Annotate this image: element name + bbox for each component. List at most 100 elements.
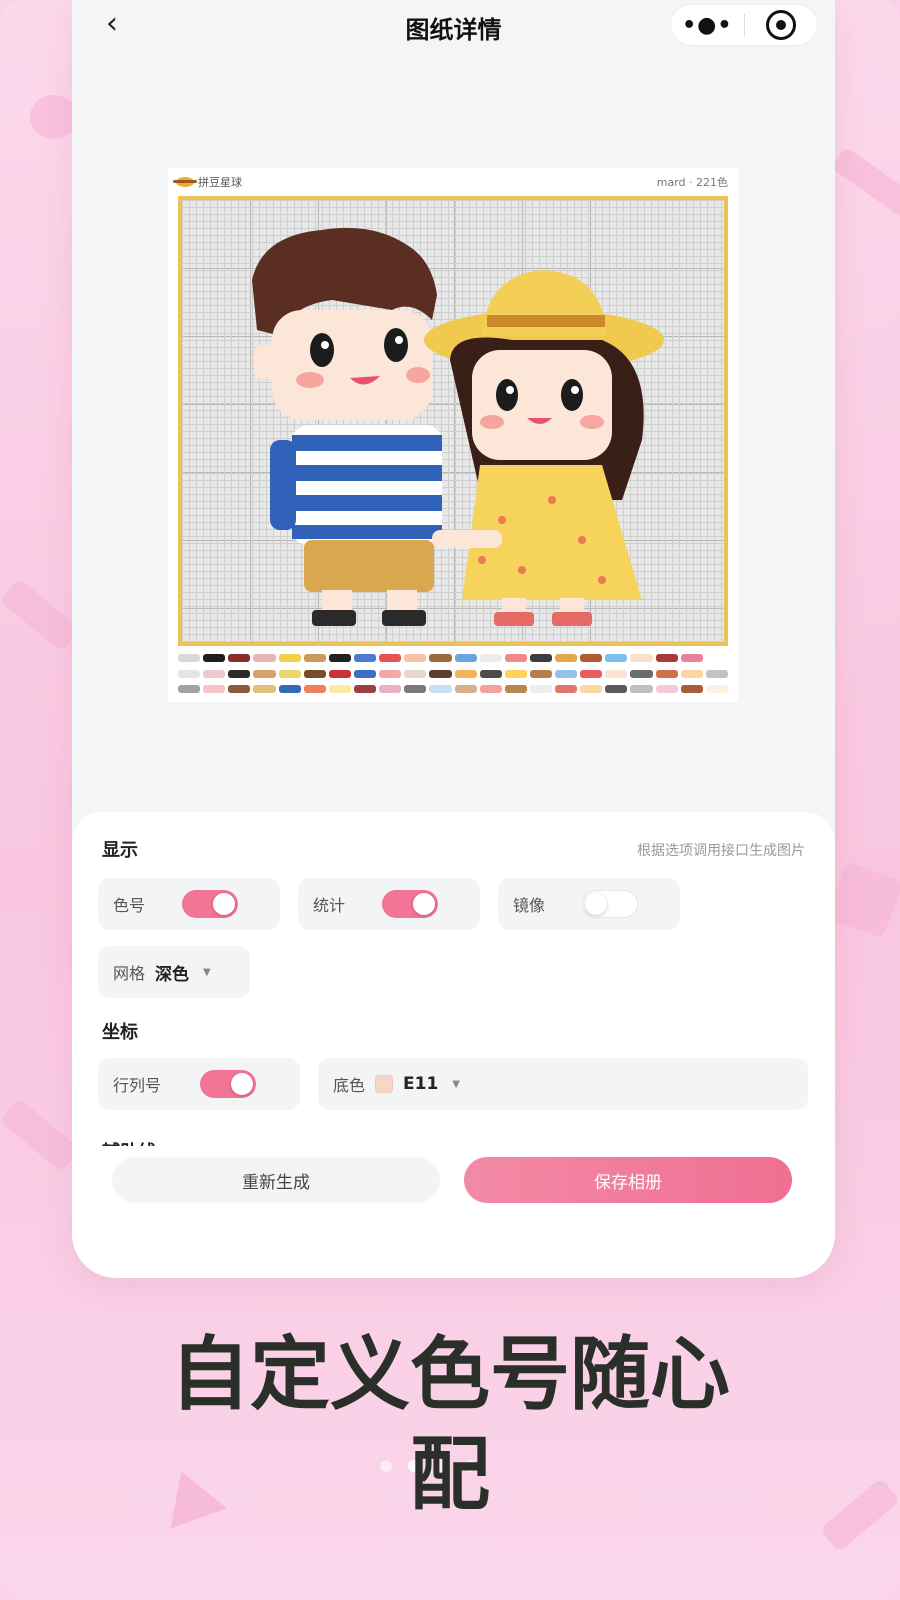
target-icon[interactable] [745, 10, 818, 40]
mirror-toggle[interactable] [582, 890, 638, 918]
palette-chip [705, 669, 728, 678]
palette-chip [429, 685, 452, 694]
palette-chip [454, 685, 477, 694]
palette-chip [353, 685, 377, 694]
palette-chip [404, 654, 427, 662]
color-code-option[interactable]: 色号 [98, 878, 280, 930]
grid-label: 网格 [113, 964, 146, 983]
caret-down-icon: ▼ [452, 1078, 460, 1090]
mini-program-capsule: •●• [670, 4, 818, 46]
palette-chip [479, 654, 502, 662]
palette-chip [278, 685, 301, 694]
caret-down-icon: ▼ [203, 966, 211, 978]
decor-shape [0, 1097, 81, 1173]
palette-chip [328, 669, 351, 678]
decor-shape [0, 577, 81, 653]
palette-chip [529, 669, 553, 678]
palette-chip [228, 654, 251, 662]
palette-chip [630, 685, 653, 694]
bgcolor-value: E11 [403, 1074, 439, 1094]
rowcol-label: 行列号 [113, 1076, 162, 1095]
palette-chip [253, 654, 276, 662]
palette-chip [328, 685, 351, 694]
palette-legend [178, 654, 728, 698]
palette-chip [353, 669, 377, 678]
palette-chip [429, 654, 452, 662]
coord-section-title: 坐标 [102, 1022, 138, 1043]
palette-chip [555, 669, 578, 678]
pattern-header: 拼豆星球 mard · 221色 [173, 174, 728, 190]
palette-chip [203, 654, 226, 662]
palette-chip [278, 654, 301, 662]
palette-chip [605, 685, 628, 694]
palette-chip [203, 685, 226, 694]
palette-chip [454, 654, 477, 662]
palette-chip [580, 654, 603, 662]
grid-value: 深色 [155, 964, 190, 985]
bead-pattern-board [178, 196, 728, 646]
pixel-art-couple [252, 227, 664, 626]
palette-chip [278, 669, 301, 678]
palette-chip [228, 669, 251, 678]
mirror-label: 镜像 [513, 896, 546, 915]
palette-chip [253, 685, 276, 694]
bgcolor-select[interactable]: 底色 E11 ▼ [318, 1058, 808, 1110]
palette-chip [379, 654, 402, 662]
palette-chip [504, 669, 527, 678]
palette-chip [404, 685, 427, 694]
pattern-meta: mard · 221色 [656, 176, 728, 189]
planet-icon [173, 177, 197, 187]
promo-headline-line2: 配 [410, 1428, 490, 1521]
settings-sheet: 显示 根据选项调用接口生成图片 色号 统计 镜像 网格 深色 ▼ 坐标 行列号 … [72, 812, 835, 1278]
mirror-option[interactable]: 镜像 [498, 878, 680, 930]
palette-chip [705, 654, 728, 662]
settings-hint: 根据选项调用接口生成图片 [637, 843, 805, 859]
color-code-label: 色号 [113, 896, 146, 915]
pattern-brand: 拼豆星球 [173, 174, 242, 190]
bgcolor-swatch [375, 1075, 394, 1093]
save-album-button[interactable]: 保存相册 [464, 1157, 792, 1203]
palette-chip [580, 669, 603, 678]
pattern-preview[interactable]: 拼豆星球 mard · 221色 [168, 168, 738, 702]
stats-option[interactable]: 统计 [298, 878, 480, 930]
palette-chip [479, 669, 502, 678]
palette-chip [178, 669, 201, 678]
palette-chip [529, 685, 553, 694]
palette-chip [353, 654, 377, 662]
stats-label: 统计 [313, 896, 346, 915]
palette-chip [479, 685, 502, 694]
display-section-title: 显示 [102, 840, 138, 861]
guideline-section-title: 辅助线 [102, 1138, 156, 1146]
palette-chip [404, 669, 427, 678]
palette-chip [555, 685, 578, 694]
palette-chip [680, 669, 703, 678]
more-dots-icon[interactable]: •●• [671, 13, 744, 38]
stats-toggle[interactable] [382, 890, 438, 918]
palette-chip [705, 685, 728, 694]
palette-chip [379, 685, 402, 694]
navbar: ‹ 图纸详情 •●• [72, 0, 835, 52]
brand-name: 拼豆星球 [198, 176, 242, 189]
palette-chip [680, 685, 703, 694]
palette-chip [303, 685, 326, 694]
promo-background: ‹ 图纸详情 •●• 拼豆星球 mard · 221色 显示 根据选项调用接口生… [0, 0, 900, 1600]
palette-chip [203, 669, 226, 678]
palette-chip [253, 669, 276, 678]
palette-chip [504, 654, 527, 662]
palette-chip [655, 669, 678, 678]
grid-select[interactable]: 网格 深色 ▼ [98, 946, 250, 998]
palette-chip [429, 669, 452, 678]
phone-screen: ‹ 图纸详情 •●• 拼豆星球 mard · 221色 显示 根据选项调用接口生… [72, 0, 835, 1278]
color-code-toggle[interactable] [182, 890, 238, 918]
decor-shape [826, 861, 900, 939]
regenerate-button[interactable]: 重新生成 [112, 1157, 440, 1203]
promo-headline-line1: 自定义色号随心 [170, 1328, 730, 1421]
palette-chip [379, 669, 402, 678]
palette-chip [178, 685, 201, 694]
rowcol-toggle[interactable] [200, 1070, 256, 1098]
palette-chip [630, 669, 653, 678]
palette-chip [303, 654, 326, 662]
palette-chip [605, 654, 628, 662]
palette-chip [655, 685, 678, 694]
rowcol-option[interactable]: 行列号 [98, 1058, 300, 1110]
